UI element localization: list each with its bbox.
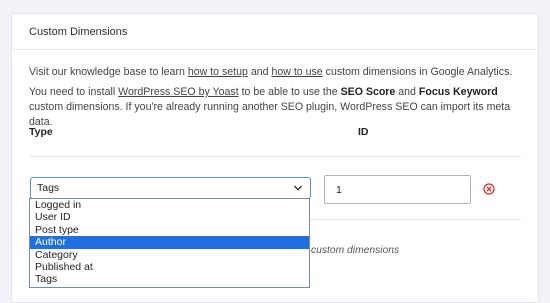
- dimension-type-dropdown[interactable]: Logged in User ID Post type Author Categ…: [29, 198, 310, 288]
- option-user-id[interactable]: User ID: [30, 211, 309, 223]
- option-category[interactable]: Category: [30, 249, 309, 261]
- panel-title: Custom Dimensions: [12, 14, 538, 50]
- focus-keyword-label: Focus Keyword: [418, 86, 498, 98]
- option-author[interactable]: Author: [30, 236, 309, 249]
- install-notice: You need to install WordPress SEO by Yoa…: [29, 86, 511, 128]
- how-to-setup-link[interactable]: how to setup: [188, 66, 248, 78]
- select-value: Tags: [37, 182, 60, 194]
- column-header-id: ID: [358, 126, 369, 138]
- remove-circle-icon[interactable]: [483, 182, 495, 200]
- column-header-type: Type: [29, 126, 53, 138]
- option-tags[interactable]: Tags: [30, 273, 309, 285]
- dimension-id-input[interactable]: 1: [324, 175, 471, 204]
- option-logged-in[interactable]: Logged in: [30, 199, 309, 211]
- seo-score-label: SEO Score: [340, 86, 396, 98]
- option-post-type[interactable]: Post type: [30, 224, 309, 236]
- custom-dimensions-info: custom dimensions: [311, 245, 400, 256]
- option-published-at[interactable]: Published at: [30, 261, 309, 273]
- how-to-use-link[interactable]: how to use: [271, 66, 322, 78]
- dimension-type-select[interactable]: Tags: [30, 177, 311, 199]
- wordpress-seo-link[interactable]: WordPress SEO by Yoast: [118, 86, 239, 98]
- divider: [29, 156, 521, 157]
- chevron-down-icon: [293, 183, 303, 196]
- intro-text: Visit our knowledge base to learn how to…: [29, 66, 513, 78]
